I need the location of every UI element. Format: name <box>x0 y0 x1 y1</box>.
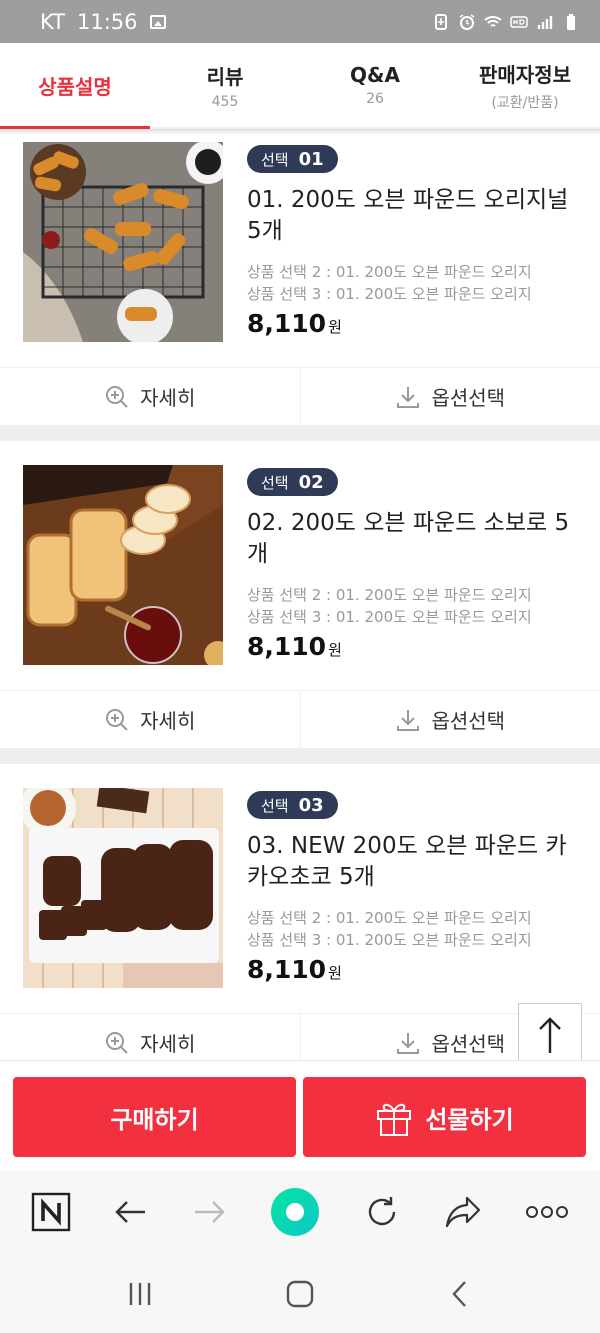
hd-voice-icon <box>510 15 528 28</box>
purchase-bar: 구매하기 선물하기 <box>0 1060 600 1170</box>
product-card: 선택 01 01. 200도 오븐 파운드 오리지널 5개 상품 선택 2 : … <box>0 135 600 425</box>
wifi-icon <box>484 15 502 27</box>
tab-reviews[interactable]: 리뷰 455 <box>150 43 300 127</box>
download-icon <box>397 386 420 408</box>
detail-label: 자세히 <box>140 709 196 733</box>
back-arrow-icon[interactable] <box>113 1194 149 1230</box>
signal-icon <box>537 15 553 29</box>
product-actions: 자세히 옵션선택 <box>0 367 600 425</box>
buy-label: 구매하기 <box>110 1105 199 1134</box>
download-icon <box>397 709 420 731</box>
back-icon[interactable] <box>445 1279 475 1309</box>
forward-arrow-icon[interactable] <box>191 1194 227 1230</box>
product-card: 선택 03 03. NEW 200도 오븐 파운드 카카오초코 5개 상품 선택… <box>0 764 600 1071</box>
option-line: 상품 선택 3 : 01. 200도 오븐 파운드 오리지 <box>247 285 532 303</box>
option-line: 상품 선택 2 : 01. 200도 오븐 파운드 오리지 <box>247 909 532 927</box>
option-badge: 선택 03 <box>247 791 338 819</box>
product-price: 8,110 원 <box>247 632 580 661</box>
carrier-label: KT <box>40 9 65 34</box>
tab-sub-label: (교환/반품) <box>491 94 559 111</box>
more-dots-icon[interactable] <box>525 1205 569 1219</box>
price-value: 8,110 <box>247 955 327 984</box>
product-price: 8,110 원 <box>247 955 580 984</box>
option-select-button[interactable]: 옵션선택 <box>299 691 600 748</box>
buy-button[interactable]: 구매하기 <box>13 1077 296 1157</box>
currency-label: 원 <box>328 964 342 982</box>
battery-saver-icon <box>435 13 447 30</box>
product-info: 선택 01 01. 200도 오븐 파운드 오리지널 5개 상품 선택 2 : … <box>247 145 580 338</box>
alarm-icon <box>459 13 475 30</box>
qna-count: 26 <box>366 91 384 107</box>
option-select-label: 옵션선택 <box>431 1032 506 1056</box>
detail-button[interactable]: 자세히 <box>0 691 300 748</box>
arrow-up-icon <box>539 1017 561 1053</box>
status-bar: KT 11:56 <box>0 0 600 43</box>
home-circle-icon[interactable] <box>269 1186 321 1238</box>
option-select-label: 옵션선택 <box>431 709 506 733</box>
tab-label: 판매자정보 <box>479 62 571 87</box>
option-line: 상품 선택 2 : 01. 200도 오븐 파운드 오리지 <box>247 586 532 604</box>
share-icon[interactable] <box>443 1194 483 1230</box>
option-line: 상품 선택 3 : 01. 200도 오븐 파운드 오리지 <box>247 931 532 949</box>
download-icon <box>397 1032 420 1054</box>
currency-label: 원 <box>328 318 342 336</box>
option-badge: 선택 02 <box>247 468 338 496</box>
card-separator <box>0 425 600 441</box>
tab-label: 상품설명 <box>38 74 112 99</box>
browser-toolbar <box>0 1170 600 1254</box>
detail-label: 자세히 <box>140 1032 196 1056</box>
gallery-notification-icon <box>149 14 166 29</box>
price-value: 8,110 <box>247 309 327 338</box>
product-image[interactable] <box>23 142 223 342</box>
option-select-label: 옵션선택 <box>431 386 506 410</box>
badge-number: 01 <box>298 148 324 170</box>
option-badge: 선택 01 <box>247 145 338 173</box>
system-nav-bar <box>0 1254 600 1333</box>
detail-button[interactable]: 자세히 <box>0 368 300 425</box>
product-name[interactable]: 01. 200도 오븐 파운드 오리지널 5개 <box>247 185 580 247</box>
scroll-top-button[interactable] <box>518 1003 582 1067</box>
currency-label: 원 <box>328 641 342 659</box>
badge-text: 선택 <box>261 473 289 492</box>
tab-label: 리뷰 <box>206 64 244 89</box>
tab-qna[interactable]: Q&A 26 <box>300 43 450 127</box>
naver-n-icon[interactable] <box>31 1192 71 1232</box>
detail-label: 자세히 <box>140 386 196 410</box>
gift-button[interactable]: 선물하기 <box>303 1077 586 1157</box>
product-name[interactable]: 03. NEW 200도 오븐 파운드 카카오초코 5개 <box>247 831 580 893</box>
clock: 11:56 <box>76 9 138 34</box>
battery-icon <box>567 13 575 30</box>
home-icon[interactable] <box>285 1279 315 1309</box>
tab-seller-info[interactable]: 판매자정보 (교환/반품) <box>450 43 600 127</box>
product-actions: 자세히 옵션선택 <box>0 690 600 748</box>
zoom-in-icon <box>106 1031 128 1054</box>
card-separator <box>0 748 600 764</box>
product-info: 선택 03 03. NEW 200도 오븐 파운드 카카오초코 5개 상품 선택… <box>247 791 580 984</box>
product-image[interactable] <box>23 788 223 988</box>
option-select-button[interactable]: 옵션선택 <box>299 368 600 425</box>
price-value: 8,110 <box>247 632 327 661</box>
option-line: 상품 선택 2 : 01. 200도 오븐 파운드 오리지 <box>247 263 532 281</box>
badge-text: 선택 <box>261 150 289 169</box>
badge-number: 02 <box>298 471 324 493</box>
badge-number: 03 <box>298 794 324 816</box>
zoom-in-icon <box>106 708 128 731</box>
recent-apps-icon[interactable] <box>125 1279 155 1309</box>
review-count: 455 <box>211 93 239 110</box>
tab-label: Q&A <box>350 63 400 87</box>
product-info: 선택 02 02. 200도 오븐 파운드 소보로 5개 상품 선택 2 : 0… <box>247 468 580 661</box>
gift-label: 선물하기 <box>425 1105 514 1134</box>
product-image[interactable] <box>23 465 223 665</box>
product-tabs: 상품설명 리뷰 455 Q&A 26 판매자정보 (교환/반품) <box>0 43 600 129</box>
product-price: 8,110 원 <box>247 309 580 338</box>
tab-description[interactable]: 상품설명 <box>0 43 150 129</box>
gift-icon <box>377 1103 412 1136</box>
badge-text: 선택 <box>261 796 289 815</box>
zoom-in-icon <box>106 385 128 408</box>
refresh-icon[interactable] <box>363 1193 401 1231</box>
product-name[interactable]: 02. 200도 오븐 파운드 소보로 5개 <box>247 508 580 570</box>
option-line: 상품 선택 3 : 01. 200도 오븐 파운드 오리지 <box>247 608 532 626</box>
product-card: 선택 02 02. 200도 오븐 파운드 소보로 5개 상품 선택 2 : 0… <box>0 441 600 748</box>
